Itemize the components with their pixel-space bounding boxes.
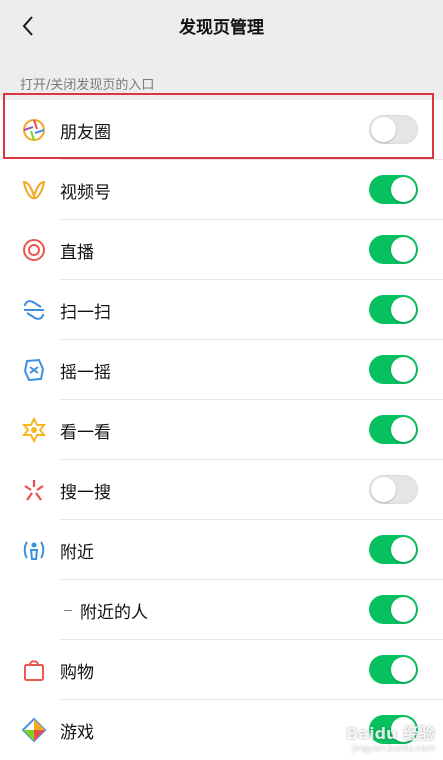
shake-toggle[interactable] <box>369 355 418 384</box>
search-label: 搜一搜 <box>60 483 111 503</box>
watermark: Baidu 经验 jingyan.baidu.com <box>346 720 435 754</box>
toggle-knob <box>391 357 416 382</box>
toggle-knob <box>391 417 416 442</box>
search-toggle[interactable] <box>369 475 418 504</box>
toggle-knob <box>391 597 416 622</box>
header: 发现页管理 <box>0 0 443 52</box>
shake-label: 摇一摇 <box>60 363 111 383</box>
scan-icon <box>24 300 44 320</box>
page-title: 发现页管理 <box>179 18 264 38</box>
moments-label: 朋友圈 <box>60 123 111 143</box>
discover-entries-list: 朋友圈 视频号 直播 扫一扫 摇一摇 看一看 搜一搜 附近 附近的人 购物 游戏 <box>0 100 443 760</box>
channels-label: 视频号 <box>60 183 111 203</box>
sub-item-dash <box>64 610 72 611</box>
section-label: 打开/关闭发现页的入口 <box>20 78 155 93</box>
shake-icon <box>23 358 45 382</box>
toggle-knob <box>391 177 416 202</box>
nearby-toggle[interactable] <box>369 535 418 564</box>
list-item-nearby: 附近 <box>0 520 443 580</box>
list-item-channels: 视频号 <box>0 160 443 220</box>
toggle-knob <box>371 477 396 502</box>
moments-toggle[interactable] <box>369 115 418 144</box>
toggle-knob <box>391 237 416 262</box>
shopping-icon <box>24 660 44 681</box>
list-item-shopping: 购物 <box>0 640 443 700</box>
top-stories-label: 看一看 <box>60 423 111 443</box>
list-item-shake: 摇一摇 <box>0 340 443 400</box>
search-icon <box>24 480 44 501</box>
list-item-top-stories: 看一看 <box>0 400 443 460</box>
people-nearby-toggle[interactable] <box>369 595 418 624</box>
scan-toggle[interactable] <box>369 295 418 324</box>
watermark-subtext: jingyan.baidu.com <box>351 744 435 754</box>
list-item-people-nearby: 附近的人 <box>0 580 443 640</box>
scan-label: 扫一扫 <box>60 303 111 323</box>
nearby-icon <box>23 541 45 560</box>
shopping-toggle[interactable] <box>369 655 418 684</box>
games-label: 游戏 <box>60 723 94 743</box>
live-toggle[interactable] <box>369 235 418 264</box>
list-item-live: 直播 <box>0 220 443 280</box>
list-item-search: 搜一搜 <box>0 460 443 520</box>
shopping-label: 购物 <box>60 663 94 683</box>
list-item-scan: 扫一扫 <box>0 280 443 340</box>
moments-icon <box>23 119 45 141</box>
people-nearby-label: 附近的人 <box>80 603 148 623</box>
list-item-moments: 朋友圈 <box>0 100 443 160</box>
live-label: 直播 <box>60 243 94 263</box>
live-icon <box>23 239 45 261</box>
toggle-knob <box>391 537 416 562</box>
top-stories-icon <box>21 417 47 443</box>
toggle-knob <box>391 657 416 682</box>
watermark-text: Baidu 经验 <box>346 724 435 743</box>
games-icon <box>21 717 47 743</box>
toggle-knob <box>371 117 396 142</box>
channels-toggle[interactable] <box>369 175 418 204</box>
toggle-knob <box>391 297 416 322</box>
nearby-label: 附近 <box>60 543 94 563</box>
channels-icon <box>22 180 46 200</box>
top-stories-toggle[interactable] <box>369 415 418 444</box>
